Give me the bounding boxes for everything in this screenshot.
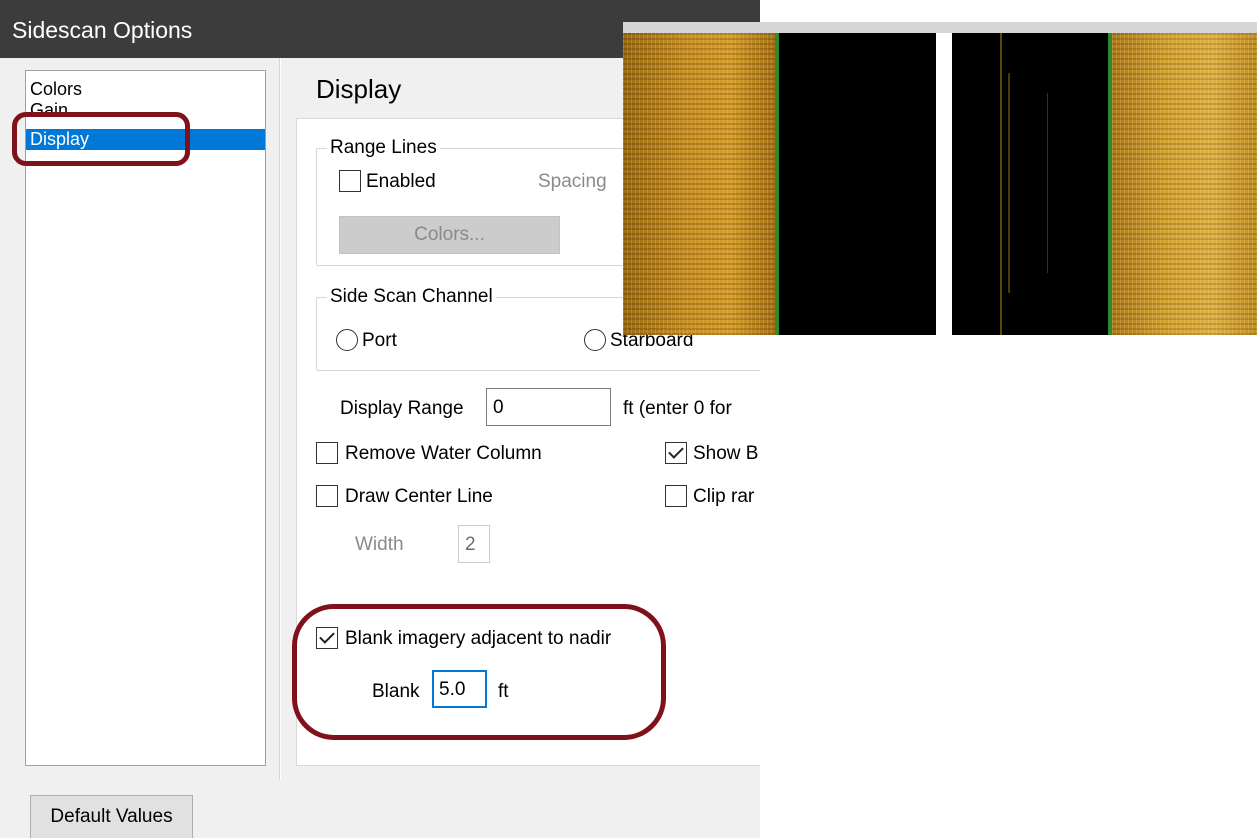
center-line-width-label: Width [355,534,404,555]
sonar-starboard-seabed [1112,33,1257,335]
display-range-hint: ft (enter 0 for [623,398,732,419]
category-item-label: Colors [30,79,83,99]
sonar-imagery [623,22,1257,335]
range-lines-colors-button[interactable]: Colors... [339,216,560,254]
show-b-checkbox[interactable] [665,442,687,464]
range-lines-enabled-label: Enabled [366,171,436,192]
panel-separator [279,58,281,780]
range-lines-spacing-label: Spacing [538,171,607,192]
default-values-button[interactable]: Default Values [30,795,193,838]
range-lines-enabled-checkbox[interactable] [339,170,361,192]
highlight-ring-display-item [12,112,190,166]
remove-water-column-label: Remove Water Column [345,443,542,464]
clip-range-checkbox[interactable] [665,485,687,507]
category-item-colors[interactable]: Colors [26,79,265,100]
range-lines-group-label: Range Lines [327,137,440,159]
sonar-starboard-water-column [952,33,1112,335]
port-radio-label: Port [362,330,397,351]
display-range-input[interactable]: 0 [486,388,611,426]
center-line-width-input[interactable]: 2 [458,525,490,563]
display-range-label: Display Range [340,398,464,419]
draw-center-line-label: Draw Center Line [345,486,493,507]
side-scan-channel-group-label: Side Scan Channel [327,286,496,308]
category-list[interactable]: Colors Gain Display [25,70,266,766]
highlight-ring-blank-nadir [292,604,666,740]
window-title: Sidescan Options [12,17,193,43]
page-title: Display [316,74,402,104]
sonar-port-water-column [779,33,936,335]
draw-center-line-checkbox[interactable] [316,485,338,507]
sonar-water-streak [1000,33,1002,335]
sonar-top-border [623,22,1257,33]
sonar-water-streak [1047,93,1048,273]
remove-water-column-checkbox[interactable] [316,442,338,464]
sonar-water-streak [1008,73,1010,293]
sonar-port-seabed [623,33,776,335]
show-b-label: Show B [693,443,759,464]
starboard-radio[interactable] [584,329,606,351]
sonar-nadir-blank-gap [936,33,952,335]
clip-range-label: Clip rar [693,486,755,507]
port-radio[interactable] [336,329,358,351]
